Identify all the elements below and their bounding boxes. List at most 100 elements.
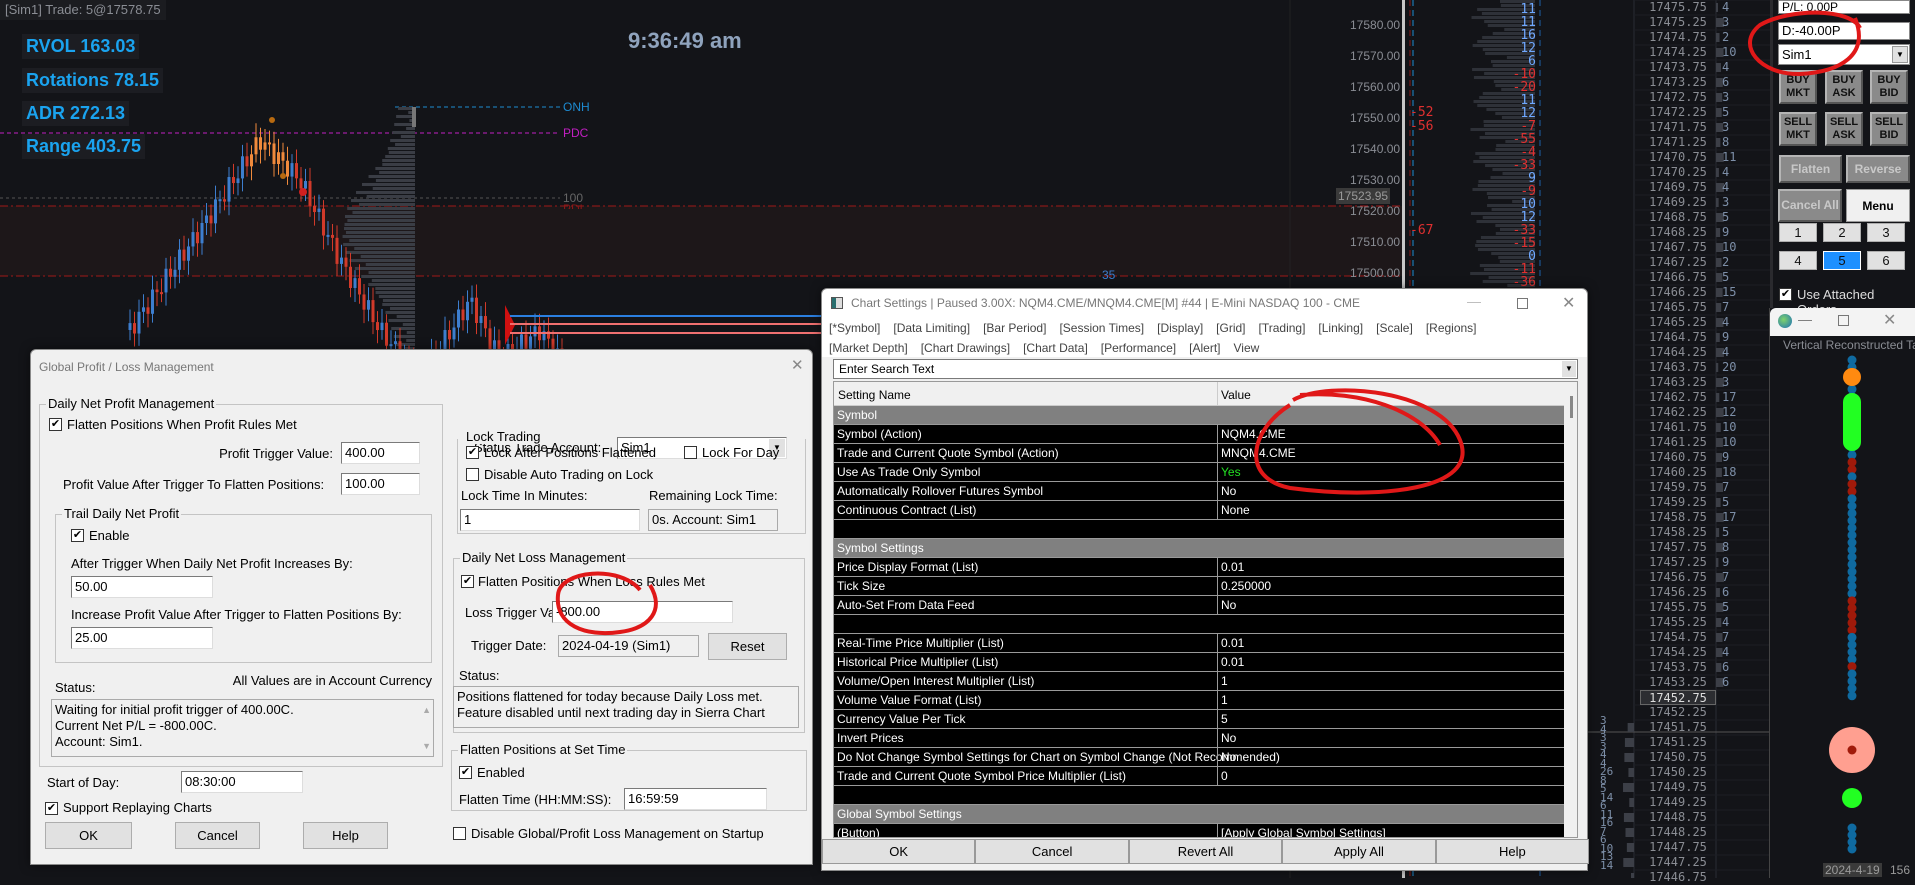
profit-after-input[interactable]: 100.00 (341, 473, 420, 495)
setting-value[interactable]: 0.250000 (1221, 579, 1271, 593)
scroll-up-icon[interactable]: ▲ (422, 702, 431, 718)
help-button[interactable]: Help (303, 822, 388, 849)
minimize-icon[interactable]: — (1467, 293, 1481, 309)
ladder-price[interactable]: 17453.25 (1640, 675, 1716, 690)
ladder-price[interactable]: 17459.75 (1640, 480, 1716, 495)
increase-value-input[interactable]: 25.00 (71, 627, 213, 649)
cancel-button[interactable]: Cancel (975, 839, 1129, 864)
settings-row[interactable]: Historical Price Multiplier (List) 0.01 (834, 653, 1564, 672)
ladder-price[interactable]: 17463.75 (1640, 360, 1716, 375)
setting-value[interactable]: 1 (1221, 674, 1228, 688)
help-button[interactable]: Help (1435, 839, 1590, 864)
ladder-price[interactable]: 17461.75 (1640, 420, 1716, 435)
ladder-price[interactable]: 17465.75 (1640, 300, 1716, 315)
quantity-button-1[interactable]: 1 (1779, 223, 1817, 242)
ladder-price[interactable]: 17463.25 (1640, 375, 1716, 390)
ladder-price[interactable]: 17470.75 (1640, 150, 1716, 165)
ladder-price[interactable]: 17462.25 (1640, 405, 1716, 420)
scrollbar[interactable] (1564, 382, 1577, 837)
settings-row[interactable]: Currency Value Per Tick 5 (834, 710, 1564, 729)
close-icon[interactable]: ✕ (791, 356, 804, 374)
settings-tab[interactable]: [Performance] (1101, 341, 1176, 355)
setting-value[interactable]: No (1221, 731, 1236, 745)
ladder-price[interactable]: 17456.75 (1640, 570, 1716, 585)
ok-button[interactable]: OK (822, 839, 976, 864)
ladder-price[interactable]: 17449.75 (1640, 780, 1716, 795)
settings-tab[interactable]: [Linking] (1318, 321, 1363, 335)
revert-all-button[interactable]: Revert All (1128, 839, 1283, 864)
disable-startup-checkbox[interactable] (453, 827, 466, 840)
search-input[interactable]: Enter Search Text ▼ (833, 359, 1578, 379)
setting-value[interactable]: 0 (1221, 769, 1228, 783)
ladder-price[interactable]: 17453.75 (1640, 660, 1716, 675)
sell-bid-button[interactable]: SELL BID (1870, 112, 1908, 146)
trail-enable-checkbox[interactable]: ✔ (71, 529, 84, 542)
ladder-price[interactable]: 17456.25 (1640, 585, 1716, 600)
ladder-price[interactable]: 17474.25 (1640, 45, 1716, 60)
column-divider[interactable] (1217, 382, 1218, 406)
ladder-price[interactable]: 17459.25 (1640, 495, 1716, 510)
cancel-button[interactable]: Cancel (175, 822, 260, 849)
scrollbar-thumb[interactable] (1570, 396, 1573, 418)
ladder-price[interactable]: 17451.75 (1640, 720, 1716, 735)
ladder-price[interactable]: 17475.75 (1640, 0, 1716, 15)
profit-trigger-input[interactable]: 400.00 (341, 442, 420, 464)
ladder-price[interactable]: 17471.75 (1640, 120, 1716, 135)
ladder-price[interactable]: 17464.25 (1640, 345, 1716, 360)
ladder-price[interactable]: 17450.25 (1640, 765, 1716, 780)
loss-trigger-input[interactable]: -800.00 (552, 601, 733, 623)
ladder-price[interactable]: 17458.25 (1640, 525, 1716, 540)
settings-row[interactable]: Use As Trade Only Symbol Yes (834, 463, 1564, 482)
ladder-price[interactable]: 17451.25 (1640, 735, 1716, 750)
loss-status-text[interactable]: Positions flattened for today because Da… (453, 686, 799, 728)
setting-value[interactable]: 0.01 (1221, 636, 1244, 650)
flatten-time-input[interactable]: 16:59:59 (624, 788, 767, 810)
ladder-price[interactable]: 17465.25 (1640, 315, 1716, 330)
ladder-price[interactable]: 17470.25 (1640, 165, 1716, 180)
lock-after-checkbox[interactable]: ✔ (466, 446, 479, 459)
ladder-price[interactable]: 17447.75 (1640, 840, 1716, 855)
ladder-price[interactable]: 17455.75 (1640, 600, 1716, 615)
ladder-price[interactable]: 17467.75 (1640, 240, 1716, 255)
start-of-day-input[interactable]: 08:30:00 (181, 771, 303, 793)
ladder-price[interactable]: 17474.75 (1640, 30, 1716, 45)
setting-value[interactable]: 0.01 (1221, 655, 1244, 669)
lock-time-input[interactable]: 1 (460, 509, 640, 531)
lock-day-checkbox[interactable] (684, 446, 697, 459)
settings-row[interactable]: Do Not Change Symbol Settings for Chart … (834, 748, 1564, 767)
increase-by-input[interactable]: 50.00 (71, 576, 213, 598)
settings-row[interactable]: Trade and Current Quote Symbol (Action) M… (834, 444, 1564, 463)
ladder-price[interactable]: 17455.25 (1640, 615, 1716, 630)
ladder-price[interactable]: 17464.75 (1640, 330, 1716, 345)
settings-row[interactable]: Real-Time Price Multiplier (List) 0.01 (834, 634, 1564, 653)
setting-value[interactable]: NQM4.CME (1221, 427, 1286, 441)
setting-value[interactable]: 1 (1221, 693, 1228, 707)
menu-button[interactable]: Menu (1846, 189, 1910, 222)
ladder-price[interactable]: 17460.75 (1640, 450, 1716, 465)
setting-value[interactable]: No (1221, 750, 1236, 764)
quantity-button-6[interactable]: 6 (1867, 251, 1905, 270)
setting-value[interactable]: Yes (1221, 465, 1241, 479)
setting-value[interactable]: No (1221, 598, 1236, 612)
flatten-profit-checkbox[interactable]: ✔ (49, 418, 62, 431)
ladder-price[interactable]: 17449.25 (1640, 795, 1716, 810)
ladder-price[interactable]: 17468.25 (1640, 225, 1716, 240)
settings-tab[interactable]: [Session Times] (1059, 321, 1144, 335)
ladder-price[interactable]: 17458.75 (1640, 510, 1716, 525)
settings-tab[interactable]: [Display] (1157, 321, 1203, 335)
ladder-price[interactable]: 17469.25 (1640, 195, 1716, 210)
reset-button[interactable]: Reset (708, 633, 787, 660)
buy-ask-button[interactable]: BUY ASK (1825, 70, 1863, 104)
ladder-price[interactable]: 17460.25 (1640, 465, 1716, 480)
flatten-button[interactable]: Flatten (1779, 155, 1842, 183)
ladder-price[interactable]: 17461.25 (1640, 435, 1716, 450)
settings-tab[interactable]: [Trading] (1259, 321, 1306, 335)
buy-bid-button[interactable]: BUY BID (1870, 70, 1908, 104)
use-attached-orders-checkbox[interactable]: ✔ (1779, 288, 1792, 301)
settings-row[interactable]: Volume/Open Interest Multiplier (List) 1 (834, 672, 1564, 691)
ladder-price[interactable]: 17466.75 (1640, 270, 1716, 285)
ladder-price[interactable]: 17454.25 (1640, 645, 1716, 660)
settings-row[interactable]: (Button) [Apply Global Symbol Settings] (834, 824, 1564, 837)
settings-tab[interactable]: [Scale] (1376, 321, 1413, 335)
settings-row[interactable]: Trade and Current Quote Symbol Price Mul… (834, 767, 1564, 786)
